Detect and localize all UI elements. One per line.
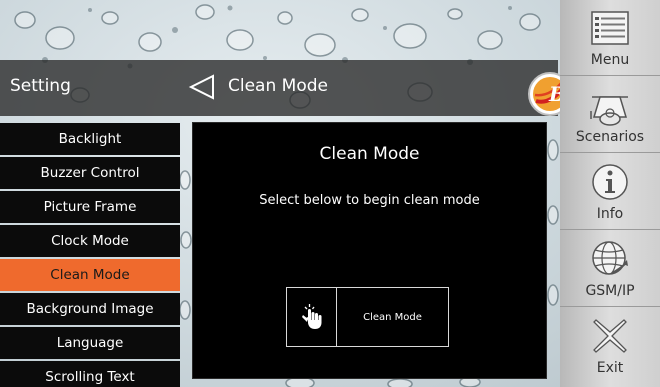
- menu-item-backlight[interactable]: Backlight: [0, 123, 180, 155]
- clean-mode-button[interactable]: Clean Mode: [286, 287, 449, 347]
- sidebar-button-menu[interactable]: Menu: [560, 0, 660, 76]
- exit-icon: [590, 316, 630, 356]
- sidebar-button-gsm-ip[interactable]: GSM/IP: [560, 231, 660, 307]
- clean-mode-button-label: Clean Mode: [363, 311, 422, 323]
- page-title: Clean Mode: [228, 76, 328, 96]
- menu-item-clean-mode[interactable]: Clean Mode: [0, 259, 180, 291]
- sidebar-label-menu: Menu: [590, 52, 630, 68]
- dialog-title: Clean Mode: [319, 144, 420, 164]
- hand-tap-icon: [287, 288, 337, 346]
- menu-item-language[interactable]: Language: [0, 327, 180, 359]
- info-icon: [590, 162, 630, 202]
- menu-item-buzzer-control[interactable]: Buzzer Control: [0, 157, 180, 189]
- settings-menu: Backlight Buzzer Control Picture Frame C…: [0, 123, 180, 387]
- globe-icon: [590, 239, 630, 279]
- sidebar-label-scenarios: Scenarios: [575, 129, 645, 145]
- sidebar-button-info[interactable]: Info: [560, 154, 660, 230]
- menu-item-scrolling-text[interactable]: Scrolling Text: [0, 361, 180, 387]
- dialog-instruction: Select below to begin clean mode: [259, 193, 480, 208]
- sidebar-label-info: Info: [596, 206, 624, 222]
- sidebar-button-exit[interactable]: Exit: [560, 308, 660, 387]
- right-sidebar: Menu Scenarios Info GSM/IP Exit: [560, 0, 660, 387]
- back-arrow-icon[interactable]: [187, 74, 217, 104]
- scenarios-icon: [588, 85, 632, 126]
- menu-item-clock-mode[interactable]: Clock Mode: [0, 225, 180, 257]
- sidebar-label-gsm-ip: GSM/IP: [585, 283, 635, 299]
- menu-item-picture-frame[interactable]: Picture Frame: [0, 191, 180, 223]
- menu-icon: [590, 8, 630, 48]
- menu-item-background-image[interactable]: Background Image: [0, 293, 180, 325]
- sidebar-label-exit: Exit: [596, 360, 624, 376]
- clean-mode-dialog: Clean Mode Select below to begin clean m…: [192, 122, 547, 379]
- sidebar-button-scenarios[interactable]: Scenarios: [560, 77, 660, 153]
- section-title: Setting: [10, 76, 71, 96]
